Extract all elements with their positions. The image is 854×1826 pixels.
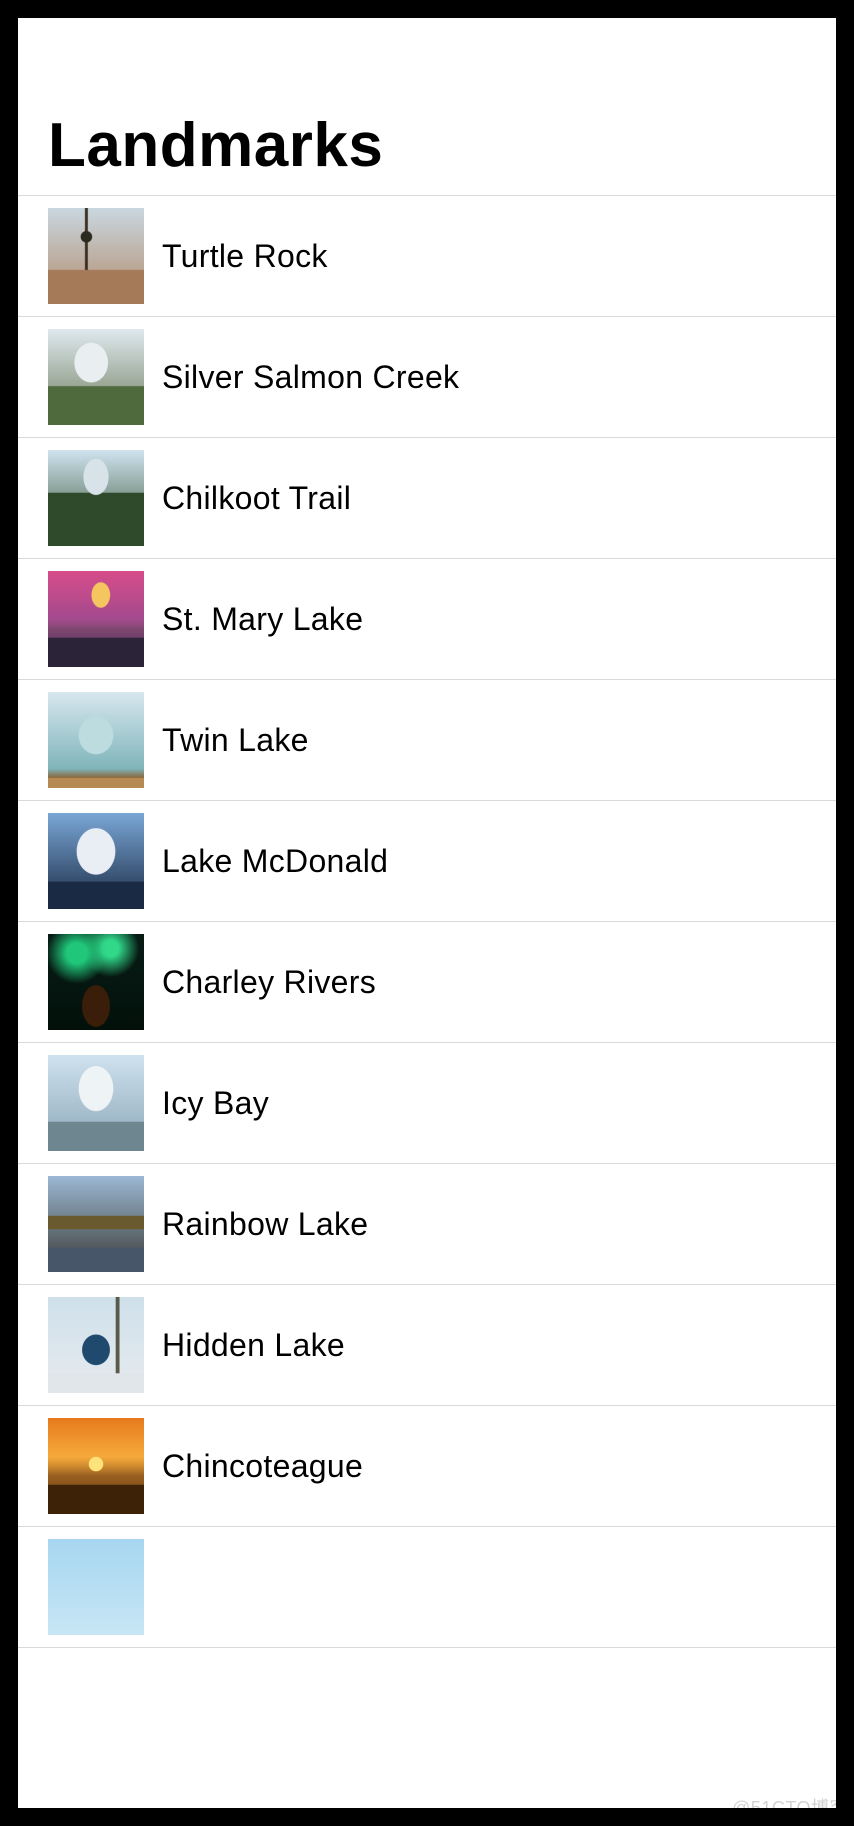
landmark-thumbnail (48, 934, 144, 1030)
list-row[interactable]: Silver Salmon Creek (18, 316, 836, 437)
landmark-list[interactable]: Turtle Rock Silver Salmon Creek Chilkoot T… (18, 195, 836, 1648)
list-row[interactable]: St. Mary Lake (18, 558, 836, 679)
list-row[interactable] (18, 1526, 836, 1648)
landmark-name: St. Mary Lake (162, 601, 363, 638)
landmark-name: Chilkoot Trail (162, 480, 351, 517)
landmark-thumbnail (48, 1176, 144, 1272)
landmark-name: Silver Salmon Creek (162, 359, 459, 396)
list-row[interactable]: Lake McDonald (18, 800, 836, 921)
landmark-thumbnail (48, 208, 144, 304)
landmark-thumbnail (48, 450, 144, 546)
landmark-thumbnail (48, 571, 144, 667)
landmark-name: Lake McDonald (162, 843, 388, 880)
landmark-thumbnail (48, 1539, 144, 1635)
list-row[interactable]: Turtle Rock (18, 195, 836, 316)
landmark-name: Hidden Lake (162, 1327, 345, 1364)
landmark-thumbnail (48, 1297, 144, 1393)
list-row[interactable]: Hidden Lake (18, 1284, 836, 1405)
list-row[interactable]: Twin Lake (18, 679, 836, 800)
list-row[interactable]: Chincoteague (18, 1405, 836, 1526)
list-row[interactable]: Chilkoot Trail (18, 437, 836, 558)
app-frame: Landmarks Turtle Rock Silver Salmon Creek… (18, 18, 836, 1808)
list-row[interactable]: Icy Bay (18, 1042, 836, 1163)
landmark-name: Twin Lake (162, 722, 309, 759)
landmark-name: Icy Bay (162, 1085, 269, 1122)
landmark-thumbnail (48, 1055, 144, 1151)
landmark-name: Chincoteague (162, 1448, 363, 1485)
list-row[interactable]: Rainbow Lake (18, 1163, 836, 1284)
navigation-header: Landmarks (18, 18, 836, 195)
landmark-name: Rainbow Lake (162, 1206, 368, 1243)
page-title: Landmarks (48, 110, 806, 181)
landmark-thumbnail (48, 329, 144, 425)
landmark-thumbnail (48, 1418, 144, 1514)
landmark-name: Charley Rivers (162, 964, 376, 1001)
list-row[interactable]: Charley Rivers (18, 921, 836, 1042)
landmark-thumbnail (48, 813, 144, 909)
landmark-name: Turtle Rock (162, 238, 328, 275)
watermark: @51CTO博客 (732, 1794, 848, 1820)
landmark-thumbnail (48, 692, 144, 788)
